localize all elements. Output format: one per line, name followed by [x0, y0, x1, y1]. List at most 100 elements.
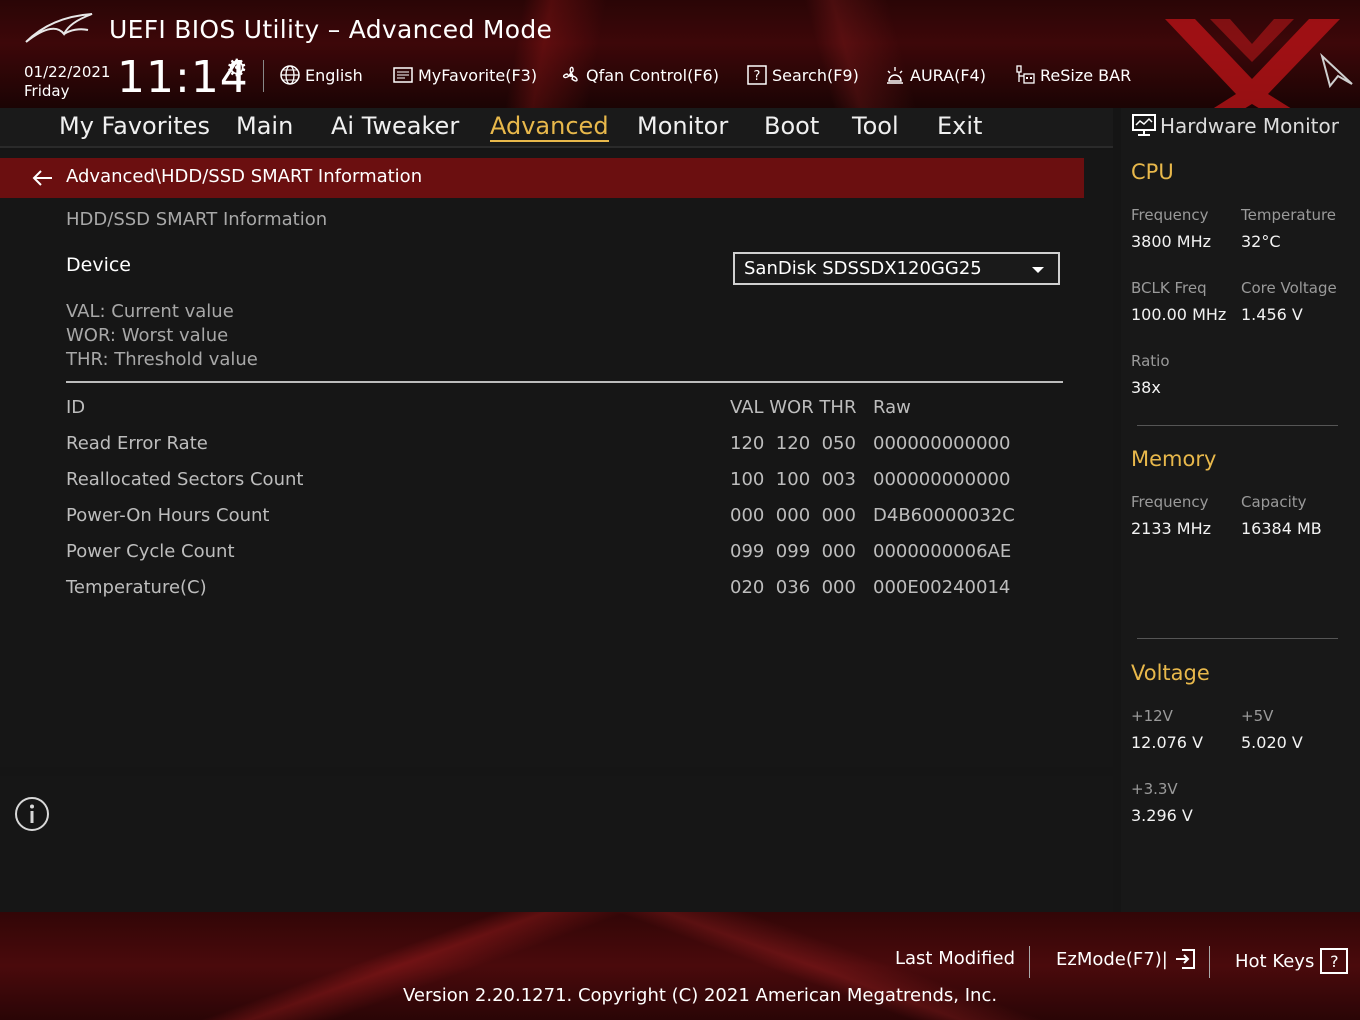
breadcrumb: Advanced\HDD/SSD SMART Information [0, 158, 1084, 198]
tab-boot[interactable]: Boot [764, 112, 819, 140]
qfan-control-button[interactable]: Qfan Control(F6) [560, 64, 719, 86]
row-vals: 120 120 050 [730, 433, 856, 454]
info-panel [0, 776, 1113, 912]
v12-label: +12V [1131, 707, 1173, 725]
memory-capacity-label: Capacity [1241, 493, 1307, 511]
myfavorite-label: MyFavorite(F3) [418, 65, 538, 85]
memory-heading: Memory [1131, 447, 1217, 471]
table-header-row: ID VAL WOR THR Raw [66, 397, 1066, 427]
v5-value: 5.020 V [1241, 733, 1303, 752]
hw-divider [1137, 425, 1338, 426]
aura-button[interactable]: AURA(F4) [884, 64, 986, 86]
header-divider [263, 60, 264, 92]
date-text: 01/22/2021 [24, 63, 111, 81]
rog-logo-icon [25, 13, 93, 43]
cpu-frequency-label: Frequency [1131, 206, 1209, 224]
table-row: Power-On Hours Count 000 000 000 D4B6000… [66, 505, 1066, 535]
search-button[interactable]: ? Search(F9) [746, 64, 859, 86]
last-modified-label: Last Modified [895, 948, 1016, 969]
favorite-list-icon [392, 64, 414, 86]
qfan-control-label: Qfan Control(F6) [586, 65, 719, 85]
footer-divider [1209, 946, 1210, 978]
legend-wor: WOR: Worst value [66, 325, 229, 346]
memory-frequency-value: 2133 MHz [1131, 519, 1212, 538]
footer-divider [1029, 946, 1030, 978]
table-row: Reallocated Sectors Count 100 100 003 00… [66, 469, 1066, 499]
row-vals: 100 100 003 [730, 469, 856, 490]
version-text: Version 2.20.1271. Copyright (C) 2021 Am… [403, 985, 998, 1006]
hot-keys-button[interactable]: Hot Keys ? [1235, 948, 1349, 974]
aura-light-icon [884, 64, 906, 86]
legend-thr: THR: Threshold value [66, 349, 258, 370]
hw-divider [1137, 638, 1338, 639]
svg-text:?: ? [754, 69, 761, 84]
fan-icon [560, 64, 582, 86]
ratio-value: 38x [1131, 378, 1161, 397]
last-modified-button[interactable]: Last Modified [895, 948, 1015, 969]
row-name: Reallocated Sectors Count [66, 469, 304, 490]
header-id: ID [66, 397, 86, 418]
tab-advanced[interactable]: Advanced [490, 112, 609, 142]
header-raw: Raw [873, 397, 911, 418]
row-name: Temperature(C) [66, 577, 207, 598]
row-raw: 0000000006AE [873, 541, 1012, 562]
row-raw: D4B60000032C [873, 505, 1015, 526]
hot-keys-label: Hot Keys [1235, 950, 1315, 972]
tab-tool[interactable]: Tool [852, 112, 899, 140]
hardware-monitor-title: Hardware Monitor [1160, 114, 1339, 138]
v5-label: +5V [1241, 707, 1274, 725]
tab-ai-tweaker[interactable]: Ai Tweaker [331, 112, 459, 140]
language-label: English [305, 65, 363, 85]
chevron-down-icon [1032, 267, 1044, 273]
row-raw: 000E00240014 [873, 577, 1011, 598]
row-vals: 099 099 000 [730, 541, 856, 562]
info-icon [15, 797, 49, 831]
cpu-temperature-label: Temperature [1241, 206, 1337, 224]
search-label: Search(F9) [772, 65, 859, 85]
exit-to-ez-icon [1175, 949, 1195, 969]
device-dropdown[interactable]: SanDisk SDSSDX120GG25 [733, 252, 1060, 285]
gear-icon[interactable]: ⚙ [226, 54, 248, 82]
row-vals: 000 000 000 [730, 505, 856, 526]
help-key-icon: ? [1320, 948, 1349, 974]
memory-capacity-value: 16384 MB [1241, 519, 1322, 538]
day-text: Friday [24, 82, 70, 100]
row-raw: 000000000000 [873, 433, 1011, 454]
back-arrow-icon[interactable] [30, 166, 56, 190]
header-vals: VAL WOR THR [730, 397, 857, 418]
bclk-value: 100.00 MHz [1131, 305, 1227, 324]
row-name: Power-On Hours Count [66, 505, 270, 526]
table-row: Temperature(C) 020 036 000 000E00240014 [66, 577, 1066, 607]
row-name: Power Cycle Count [66, 541, 235, 562]
language-button[interactable]: English [279, 64, 363, 86]
tab-exit[interactable]: Exit [937, 112, 982, 140]
device-label: Device [66, 254, 131, 276]
tab-monitor[interactable]: Monitor [637, 112, 728, 140]
tab-main[interactable]: Main [236, 112, 293, 140]
core-voltage-value: 1.456 V [1241, 305, 1303, 324]
globe-icon [279, 64, 301, 86]
table-divider [66, 381, 1063, 383]
table-row: Power Cycle Count 099 099 000 0000000006… [66, 541, 1066, 571]
ezmode-label: EzMode(F7)| [1056, 948, 1168, 970]
section-title: HDD/SSD SMART Information [66, 209, 328, 230]
row-name: Read Error Rate [66, 433, 208, 454]
date-display[interactable]: 01/22/2021 Friday [24, 63, 110, 101]
v33-label: +3.3V [1131, 780, 1178, 798]
tab-my-favorites[interactable]: My Favorites [59, 112, 210, 140]
aura-label: AURA(F4) [910, 65, 986, 85]
resize-bar-button[interactable]: ReSize BAR [1014, 64, 1131, 86]
row-raw: 000000000000 [873, 469, 1011, 490]
bios-title: UEFI BIOS Utility – Advanced Mode [109, 15, 553, 44]
cpu-temperature-value: 32°C [1241, 232, 1281, 251]
myfavorite-button[interactable]: MyFavorite(F3) [392, 64, 537, 86]
ezmode-button[interactable]: EzMode(F7)| [1056, 948, 1198, 970]
core-voltage-label: Core Voltage [1241, 279, 1337, 297]
v33-value: 3.296 V [1131, 806, 1193, 825]
memory-frequency-label: Frequency [1131, 493, 1209, 511]
breadcrumb-path: Advanced\HDD/SSD SMART Information [66, 166, 423, 187]
cpu-heading: CPU [1131, 160, 1174, 184]
row-vals: 020 036 000 [730, 577, 856, 598]
search-question-icon: ? [746, 64, 768, 86]
legend-val: VAL: Current value [66, 301, 234, 322]
